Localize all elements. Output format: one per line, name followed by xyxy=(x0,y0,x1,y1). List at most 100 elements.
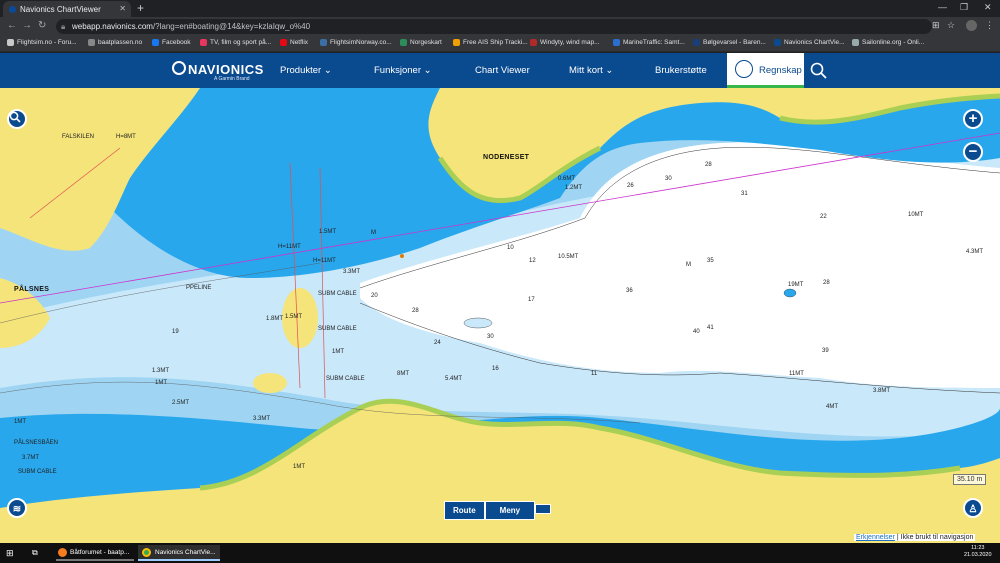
navionics-logo[interactable]: NAVIONICS A Garmin Brand xyxy=(172,61,264,82)
sounding-label: 1.3MT xyxy=(152,368,170,374)
bookmark-item[interactable]: Facebook xyxy=(152,39,191,46)
bookmark-label: Norgeskart xyxy=(410,39,442,46)
buoy-marker xyxy=(400,254,404,258)
cable-label: SUBM CABLE xyxy=(326,376,365,382)
zoom-out-button[interactable]: − xyxy=(963,142,983,162)
minimize-icon[interactable]: — xyxy=(938,2,947,12)
windows-start-icon[interactable]: ⊞ xyxy=(6,545,14,561)
clock-time: 11:23 xyxy=(971,545,985,551)
sounding-label: 5.4MT xyxy=(445,376,463,382)
browser-tab[interactable]: Navionics ChartViewer ✕ xyxy=(3,1,131,17)
chevron-down-icon: ⌄ xyxy=(423,65,432,76)
bookmark-label: MarineTraffic: Samt... xyxy=(623,39,685,46)
nav-label: Brukerstøtte xyxy=(655,65,707,76)
place-label: PÅLSNESBÅEN xyxy=(14,440,59,446)
account-button[interactable]: Regnskap xyxy=(727,53,804,88)
zoom-in-button[interactable]: + xyxy=(963,109,983,129)
nav-chart-viewer[interactable]: Chart Viewer xyxy=(475,65,530,76)
bookmark-favicon-icon xyxy=(200,39,207,46)
sounding-label: 1.5MT xyxy=(285,314,303,320)
credits-text: | Ikke brukt til navigasjon xyxy=(896,534,974,541)
place-label: FALSKILEN xyxy=(62,134,95,140)
navionics-logo-icon xyxy=(172,61,186,75)
bookmark-label: Facebook xyxy=(162,39,191,46)
nav-funksjoner[interactable]: Funksjoner ⌄ xyxy=(374,65,432,76)
bookmark-label: TV, film og sport på... xyxy=(210,39,272,46)
forward-icon[interactable]: → xyxy=(22,20,32,31)
depth-number: 10 xyxy=(507,245,514,251)
depth-number: 39 xyxy=(822,348,829,354)
system-clock[interactable]: 11:23 21.03.2020 xyxy=(964,545,992,559)
search-icon xyxy=(9,111,21,123)
credits-link[interactable]: Erkjennelser xyxy=(856,534,895,541)
depth-number: 30 xyxy=(487,334,494,340)
cable-label: SUBM CABLE xyxy=(318,326,357,332)
toolbar-extension-button[interactable] xyxy=(535,504,552,514)
sounding-label: 19MT xyxy=(788,282,804,288)
sounding-label: 8MT xyxy=(397,371,409,377)
search-icon[interactable] xyxy=(810,62,828,80)
bookmark-favicon-icon xyxy=(774,39,781,46)
bookmark-item[interactable]: TV, film og sport på... xyxy=(200,39,271,46)
depth-number: 35 xyxy=(707,258,714,264)
profile-avatar[interactable] xyxy=(966,20,977,31)
url-input[interactable]: 🔒︎ webapp.navionics.com/?lang=en#boating… xyxy=(56,19,932,34)
account-map-button[interactable]: ♙ xyxy=(963,498,983,518)
search-map-button[interactable] xyxy=(7,109,27,129)
bookmark-label: FlightsimNorway.co... xyxy=(330,39,392,46)
nav-brukerstotte[interactable]: Brukerstøtte xyxy=(655,65,707,76)
minus-icon: − xyxy=(968,143,978,160)
bookmark-item[interactable]: Windyty, wind map... xyxy=(530,39,599,46)
nautical-chart[interactable]: PÅLSNES NODENESET FALSKILEN PÅLSNESBÅEN … xyxy=(0,88,1000,543)
depth-number: 24 xyxy=(434,340,441,346)
nav-mitt-kort[interactable]: Mitt kort ⌄ xyxy=(569,65,613,76)
bookmark-item[interactable]: Navionics ChartVie... xyxy=(774,39,845,46)
maximize-icon[interactable]: ❐ xyxy=(960,2,968,13)
menu-dots-icon[interactable]: ⋮ xyxy=(985,20,994,31)
bookmark-item[interactable]: FlightsimNorway.co... xyxy=(320,39,392,46)
close-window-icon[interactable]: ✕ xyxy=(984,2,992,13)
place-label: PÅLSNES xyxy=(14,286,50,293)
sounding-label: 2.5MT xyxy=(172,400,190,406)
reload-icon[interactable]: ↻ xyxy=(38,20,46,31)
height-label: H=8MT xyxy=(116,134,136,140)
shoal-marker xyxy=(463,317,493,329)
bookmark-item[interactable]: Norgeskart xyxy=(400,39,442,46)
bookmark-label: baatplassen.no xyxy=(98,39,143,46)
bookmark-item[interactable]: Bølgevarsel - Baren... xyxy=(693,39,766,46)
bookmark-item[interactable]: MarineTraffic: Samt... xyxy=(613,39,685,46)
bookmark-item[interactable]: Sailonline.org - Onli... xyxy=(852,39,924,46)
bookmark-item[interactable]: baatplassen.no xyxy=(88,39,142,46)
depth-number: 31 xyxy=(741,191,748,197)
menu-button[interactable]: Meny xyxy=(484,501,536,520)
bookmark-item[interactable]: Free AIS Ship Tracki... xyxy=(453,39,528,46)
bookmark-item[interactable]: Flightsim.no - Foru... xyxy=(7,39,77,46)
sounding-label: 1MT xyxy=(155,380,167,386)
height-label: H=11MT xyxy=(313,258,336,264)
taskbar-item-firefox[interactable]: Båtforumet - baatp... xyxy=(56,545,134,561)
task-view-icon[interactable]: ⧉ xyxy=(32,545,38,561)
bookmark-label: Flightsim.no - Foru... xyxy=(17,39,77,46)
depth-number: 12 xyxy=(529,258,536,264)
address-bar-row: ← → ↻ 🔒︎ webapp.navionics.com/?lang=en#b… xyxy=(0,17,1000,36)
nav-label: Funksjoner xyxy=(374,65,421,76)
bookmark-label: Navionics ChartVie... xyxy=(784,39,845,46)
taskbar-item-chrome[interactable]: Navionics ChartVie... xyxy=(138,545,220,561)
layers-button[interactable]: ≋ xyxy=(7,498,27,518)
chevron-down-icon: ⌄ xyxy=(323,65,332,76)
back-icon[interactable]: ← xyxy=(7,20,17,31)
translate-icon[interactable]: ⊞ xyxy=(932,20,940,31)
bookmark-star-icon[interactable]: ☆ xyxy=(947,20,955,31)
depth-number: M xyxy=(686,262,691,268)
sounding-label: 1MT xyxy=(293,464,305,470)
bookmark-label: Bølgevarsel - Baren... xyxy=(703,39,766,46)
sounding-label: 1.5MT xyxy=(319,229,337,235)
bookmark-item[interactable]: Netflix xyxy=(280,39,308,46)
route-button[interactable]: Route xyxy=(444,501,485,520)
close-tab-icon[interactable]: ✕ xyxy=(119,4,126,13)
bookmark-favicon-icon xyxy=(280,39,287,46)
new-tab-button[interactable]: + xyxy=(137,1,144,15)
bookmark-favicon-icon xyxy=(852,39,859,46)
taskbar: ⊞ ⧉ Båtforumet - baatp... Navionics Char… xyxy=(0,543,1000,563)
nav-produkter[interactable]: Produkter ⌄ xyxy=(280,65,332,76)
